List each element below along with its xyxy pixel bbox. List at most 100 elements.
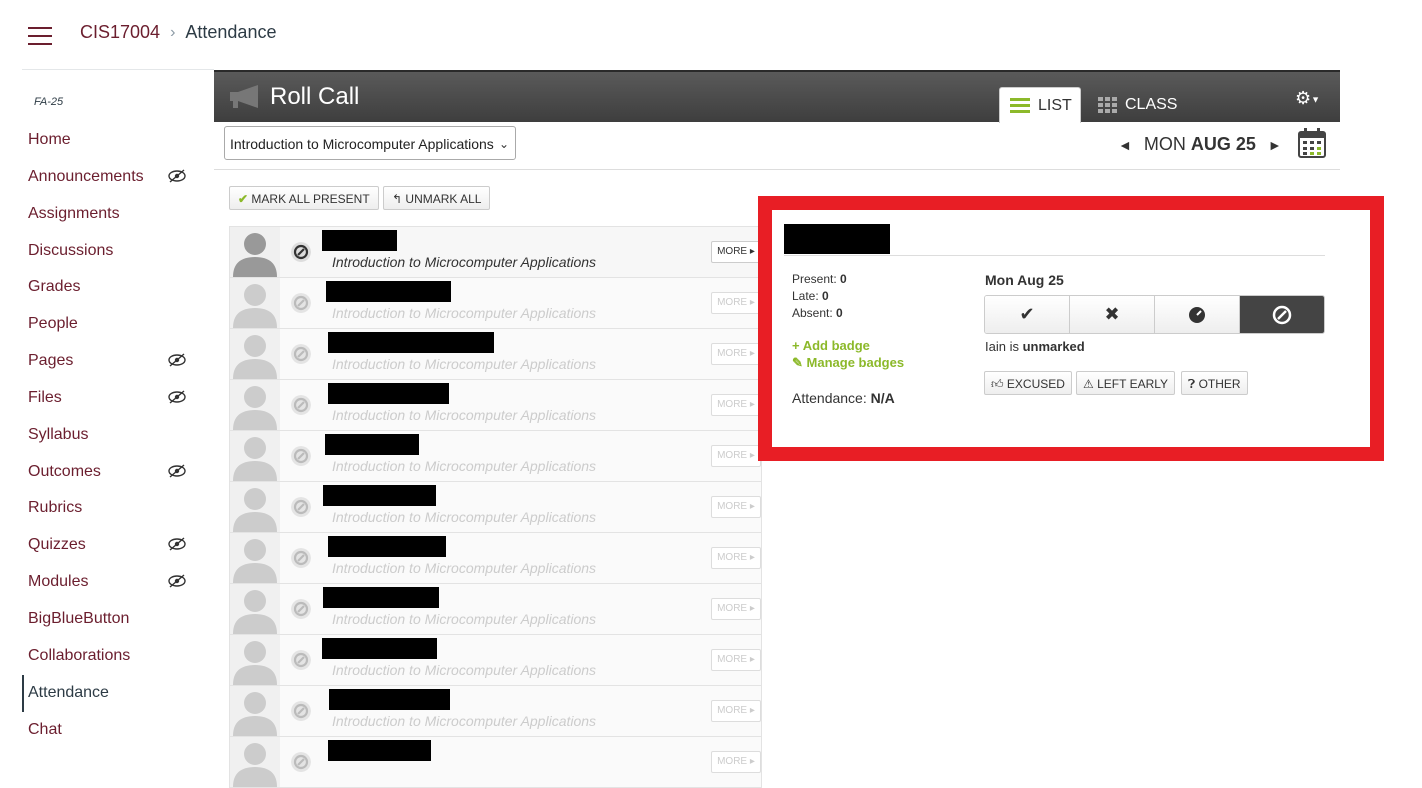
- next-date-icon[interactable]: ►: [1268, 137, 1282, 153]
- sidebar-item-outcomes[interactable]: Outcomes: [22, 454, 212, 491]
- unmarked-status-icon[interactable]: [291, 242, 311, 262]
- mark-all-present-label: MARK ALL PRESENT: [251, 192, 370, 206]
- sidebar-item-pages[interactable]: Pages: [22, 343, 212, 380]
- excused-button[interactable]: 👍︎ EXCUSED: [984, 371, 1072, 395]
- student-row[interactable]: Introduction to Microcomputer Applicatio…: [229, 329, 762, 380]
- section-select[interactable]: Introduction to Microcomputer Applicatio…: [224, 126, 516, 160]
- badge-links: + Add badge ✎ Manage badges: [792, 337, 904, 371]
- sidebar-item-syllabus[interactable]: Syllabus: [22, 417, 212, 454]
- prev-date-icon[interactable]: ◄: [1118, 137, 1132, 153]
- sidebar-item-label: BigBlueButton: [28, 609, 130, 627]
- student-row[interactable]: Introduction to Microcomputer Applicatio…: [229, 226, 762, 278]
- unmarked-status-icon[interactable]: [291, 293, 311, 313]
- student-row[interactable]: Introduction to Microcomputer Applicatio…: [229, 278, 762, 329]
- student-row[interactable]: Introduction to Microcomputer Applicatio…: [229, 380, 762, 431]
- detail-date: Mon Aug 25: [985, 272, 1064, 288]
- sidebar-item-home[interactable]: Home: [22, 122, 212, 159]
- sidebar-item-label: Files: [28, 388, 62, 406]
- more-button[interactable]: MORE ▸: [711, 496, 761, 518]
- sidebar-item-label: Collaborations: [28, 646, 131, 664]
- more-button[interactable]: MORE ▸: [711, 445, 761, 467]
- more-button[interactable]: MORE ▸: [711, 292, 761, 314]
- more-button[interactable]: MORE ▸: [711, 241, 761, 263]
- unmarked-status-icon[interactable]: [291, 497, 311, 517]
- settings-gear-icon[interactable]: ⚙▼: [1295, 88, 1320, 109]
- status-prefix: Iain is: [985, 339, 1019, 354]
- breadcrumb-separator-icon: ›: [170, 23, 176, 41]
- student-row[interactable]: Introduction to Microcomputer Applicatio…: [229, 482, 762, 533]
- sidebar-item-collaborations[interactable]: Collaborations: [22, 638, 212, 675]
- student-row[interactable]: Introduction to Microcomputer Applicatio…: [229, 686, 762, 737]
- unmarked-status-icon[interactable]: [291, 446, 311, 466]
- sidebar-item-announcements[interactable]: Announcements: [22, 159, 212, 196]
- more-button[interactable]: MORE ▸: [711, 343, 761, 365]
- sidebar-item-quizzes[interactable]: Quizzes: [22, 527, 212, 564]
- sidebar-item-people[interactable]: People: [22, 306, 212, 343]
- sidebar-item-attendance[interactable]: Attendance: [22, 674, 212, 712]
- attendance-value: N/A: [870, 390, 895, 406]
- student-row[interactable]: MORE ▸: [229, 737, 762, 788]
- mark-present-button[interactable]: ✔: [985, 296, 1070, 333]
- unmark-all-label: UNMARK ALL: [405, 192, 482, 206]
- mark-absent-button[interactable]: ✖: [1070, 296, 1155, 333]
- more-button[interactable]: MORE ▸: [711, 394, 761, 416]
- unmarked-status-icon[interactable]: [291, 650, 311, 670]
- sidebar-item-label: Home: [28, 131, 71, 148]
- sidebar-item-chat[interactable]: Chat: [22, 712, 212, 749]
- student-name-redacted: [322, 638, 437, 659]
- student-name-redacted: [326, 281, 451, 302]
- mark-unmarked-button[interactable]: [1240, 296, 1324, 333]
- question-icon: ❓︎: [1188, 377, 1196, 391]
- sidebar-item-grades[interactable]: Grades: [22, 269, 212, 306]
- hidden-eye-icon: [168, 169, 186, 183]
- clock-icon: [1189, 306, 1205, 323]
- unmark-all-button[interactable]: ↰ UNMARK ALL: [383, 186, 491, 210]
- megaphone-icon: [230, 85, 258, 108]
- other-button[interactable]: ❓︎ OTHER: [1181, 371, 1248, 395]
- student-name-redacted: [328, 383, 449, 404]
- student-list: Introduction to Microcomputer Applicatio…: [229, 226, 762, 788]
- more-button[interactable]: MORE ▸: [711, 751, 761, 773]
- unmarked-status-icon[interactable]: [291, 701, 311, 721]
- sidebar-item-files[interactable]: Files: [22, 380, 212, 417]
- left-early-button[interactable]: ⚠ LEFT EARLY: [1076, 371, 1176, 395]
- sidebar-item-modules[interactable]: Modules: [22, 564, 212, 601]
- sidebar-item-label: Rubrics: [28, 499, 83, 517]
- student-course: Introduction to Microcomputer Applicatio…: [332, 254, 597, 270]
- more-button[interactable]: MORE ▸: [711, 598, 761, 620]
- tab-list[interactable]: LIST: [999, 87, 1081, 123]
- attendance-status-toggle: ✔ ✖: [984, 295, 1325, 334]
- status-text: Iain is unmarked: [985, 339, 1085, 354]
- sidebar-item-bigbluebutton[interactable]: BigBlueButton: [22, 601, 212, 638]
- student-row[interactable]: Introduction to Microcomputer Applicatio…: [229, 533, 762, 584]
- more-button[interactable]: MORE ▸: [711, 547, 761, 569]
- present-label: Present:: [792, 272, 837, 286]
- detail-divider: [784, 255, 1325, 256]
- mark-late-button[interactable]: [1155, 296, 1240, 333]
- more-button[interactable]: MORE ▸: [711, 700, 761, 722]
- unmarked-status-icon[interactable]: [291, 752, 311, 772]
- absent-label: Absent:: [792, 306, 833, 320]
- mark-all-present-button[interactable]: ✔ MARK ALL PRESENT: [229, 186, 379, 210]
- unmarked-status-icon[interactable]: [291, 395, 311, 415]
- undo-icon: ↰: [392, 192, 403, 206]
- add-badge-link[interactable]: + Add badge: [792, 337, 904, 354]
- breadcrumb-course-link[interactable]: CIS17004: [80, 22, 160, 43]
- sidebar-item-rubrics[interactable]: Rubrics: [22, 490, 212, 527]
- student-row[interactable]: Introduction to Microcomputer Applicatio…: [229, 584, 762, 635]
- course-term: FA-25: [34, 96, 64, 108]
- unmarked-status-icon[interactable]: [291, 599, 311, 619]
- student-course: Introduction to Microcomputer Applicatio…: [332, 356, 597, 372]
- student-row[interactable]: Introduction to Microcomputer Applicatio…: [229, 635, 762, 686]
- unmarked-status-icon[interactable]: [291, 344, 311, 364]
- more-button[interactable]: MORE ▸: [711, 649, 761, 671]
- unmarked-status-icon[interactable]: [291, 548, 311, 568]
- avatar-icon: [230, 380, 280, 430]
- sidebar-item-assignments[interactable]: Assignments: [22, 196, 212, 233]
- student-row[interactable]: Introduction to Microcomputer Applicatio…: [229, 431, 762, 482]
- calendar-icon[interactable]: [1298, 128, 1326, 158]
- menu-hamburger-icon[interactable]: [28, 27, 52, 45]
- manage-badges-link[interactable]: ✎ Manage badges: [792, 354, 904, 371]
- sidebar-item-discussions[interactable]: Discussions: [22, 233, 212, 270]
- avatar-icon: [230, 278, 280, 328]
